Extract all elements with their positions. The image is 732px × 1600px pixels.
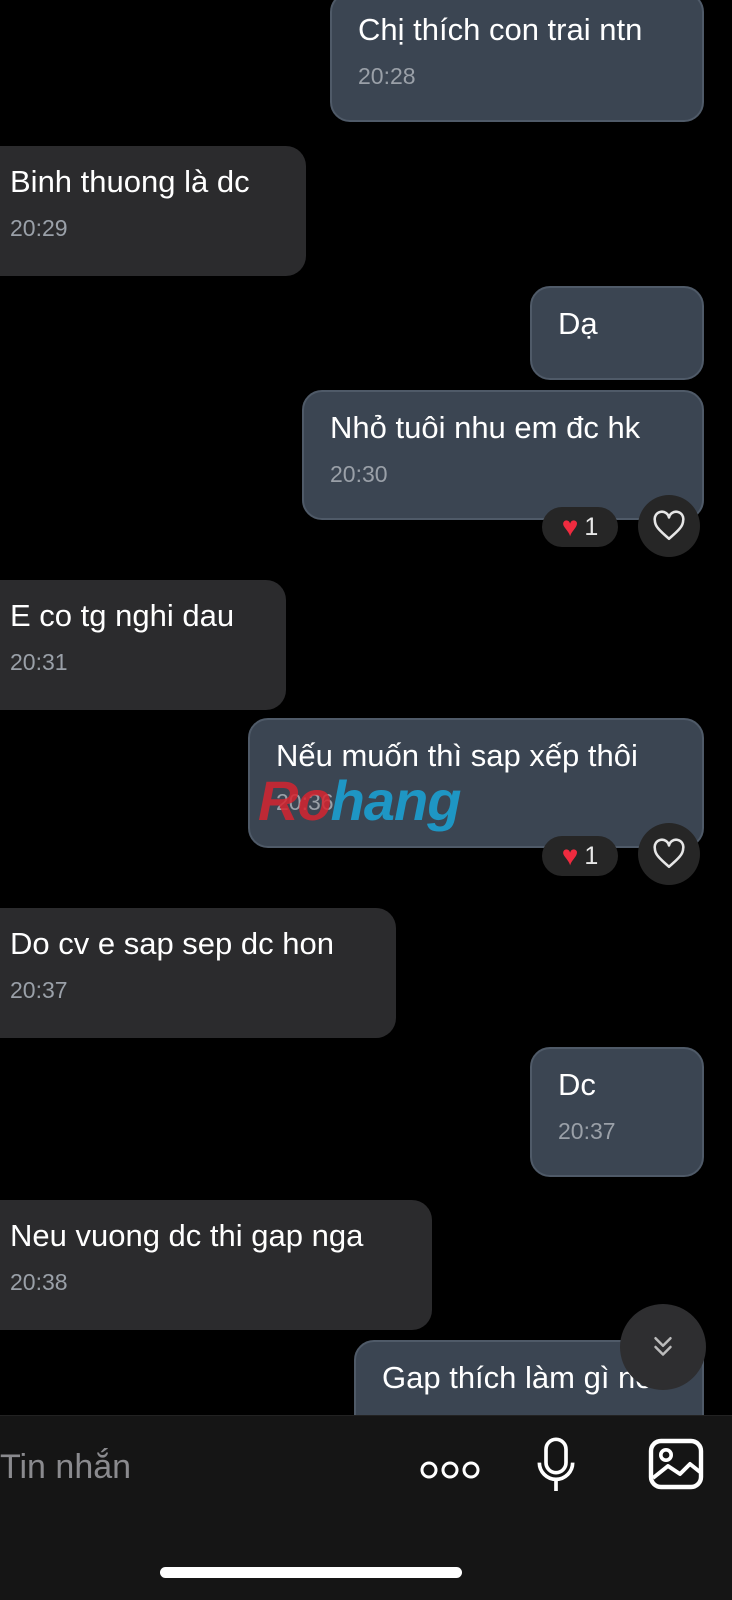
reaction-badge[interactable]: ♥ 1 [542,507,618,547]
message-time: 20:31 [10,649,68,675]
image-icon [648,1438,704,1490]
message-text: Nhỏ tuôi nhu em đc hk [330,410,641,445]
message-incoming[interactable]: Binh thuong là dc 20:29 [0,146,306,276]
reaction-count: 1 [584,841,599,870]
message-time: 20:29 [10,215,68,241]
message-time: 20:28 [358,63,416,89]
message-time: 20:38 [10,1269,68,1295]
message-text: Neu vuong dc thi gap nga [10,1218,364,1253]
heart-emoji-icon: ♥ [561,511,579,542]
message-text: E co tg nghi dau [10,598,235,633]
message-text: Dạ [558,306,598,341]
double-chevron-down-icon [654,1337,672,1356]
more-button[interactable] [415,1440,485,1500]
message-outgoing[interactable]: Dạ [530,286,704,380]
more-icon [420,1461,480,1479]
scroll-to-bottom-button[interactable] [620,1304,706,1390]
message-text: Dc [558,1067,596,1102]
like-button[interactable] [638,823,700,885]
like-button[interactable] [638,495,700,557]
reaction-badge[interactable]: ♥ 1 [542,836,618,876]
message-time: 20:37 [10,977,68,1003]
message-text: Chị thích con trai ntn [358,12,643,47]
heart-emoji-icon: ♥ [561,840,579,871]
message-text: Binh thuong là dc [10,164,250,199]
message-incoming[interactable]: Neu vuong dc thi gap nga 20:38 [0,1200,432,1330]
message-text: Do cv e sap sep dc hon [10,926,334,961]
image-button[interactable] [644,1432,708,1496]
heart-outline-icon [653,510,685,541]
watermark-logo: Rohang [258,769,461,832]
message-input[interactable]: Tin nhắn [0,1448,131,1487]
microphone-button[interactable] [528,1426,584,1506]
home-indicator[interactable] [160,1567,462,1578]
message-outgoing[interactable]: Dc 20:37 [530,1047,704,1177]
message-outgoing[interactable]: Nhỏ tuôi nhu em đc hk 20:30 [302,390,704,520]
heart-outline-icon [653,838,685,869]
message-time: 20:37 [558,1118,616,1144]
message-incoming[interactable]: Do cv e sap sep dc hon 20:37 [0,908,396,1038]
message-list[interactable]: Chị thích con trai ntn 20:28 Binh thuong… [0,0,732,1415]
message-outgoing[interactable]: Chị thích con trai ntn 20:28 [330,0,704,122]
microphone-icon [537,1437,575,1491]
reaction-count: 1 [584,512,599,541]
message-time: 20:30 [330,461,388,487]
chat-screen: Chị thích con trai ntn 20:28 Binh thuong… [0,0,732,1600]
message-incoming[interactable]: E co tg nghi dau 20:31 [0,580,286,710]
